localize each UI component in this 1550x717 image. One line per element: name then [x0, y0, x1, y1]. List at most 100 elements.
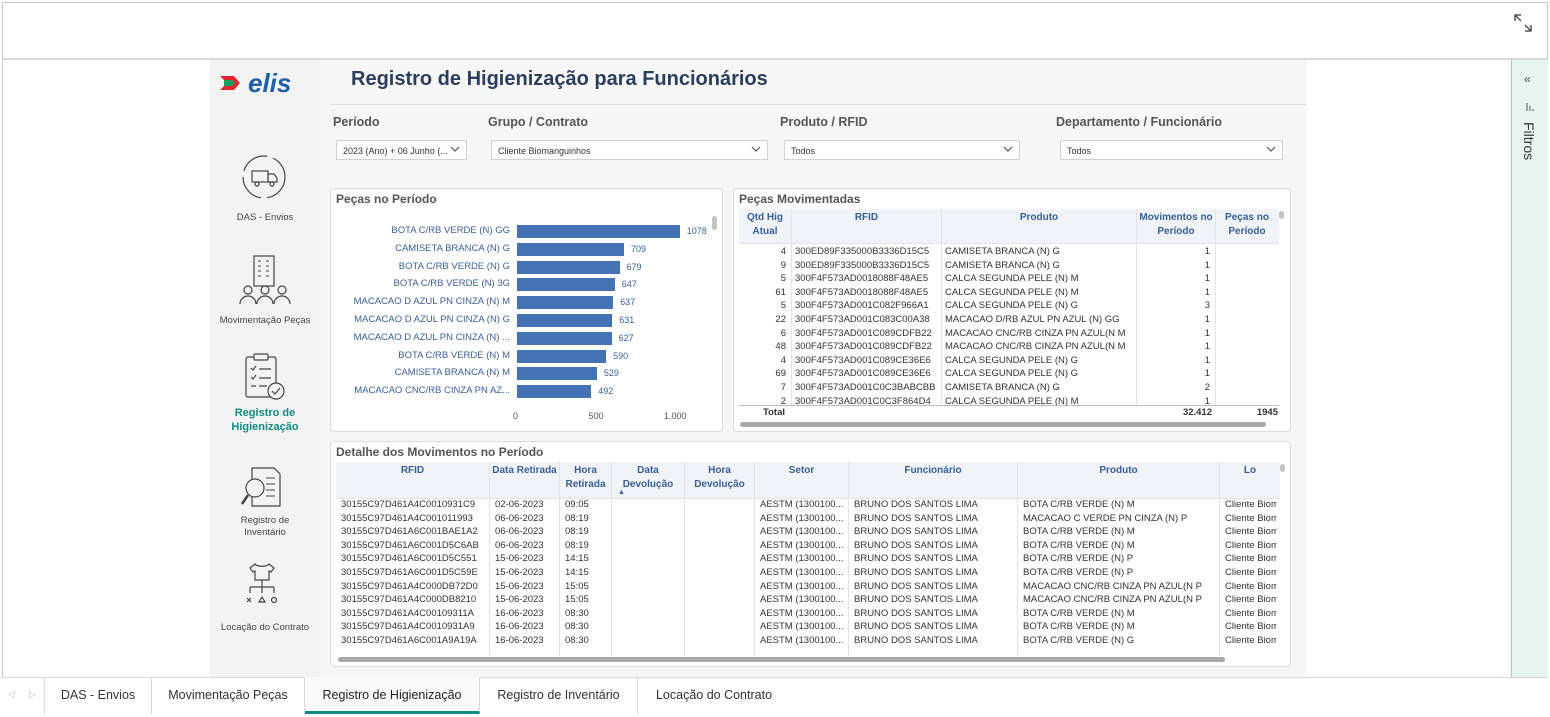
column-divider — [1017, 462, 1018, 656]
table-cell: 30155C97D461A4C000DB8210 — [341, 594, 477, 606]
column-divider — [684, 462, 685, 656]
nav-label-registro-inventario: Registro de Inventário — [240, 515, 290, 538]
bar-category-label: MACACAO D AZUL PN CINZA (N) ... — [353, 331, 510, 343]
table-cell: 300F4F573AD001C089CDFB22 — [795, 327, 932, 339]
table-cell: 300ED89F335000B3336D15C5 — [795, 259, 930, 271]
chart-scrollbar[interactable] — [712, 216, 717, 230]
horizontal-scrollbar[interactable] — [338, 657, 1225, 662]
bar-value-label: 590 — [613, 350, 629, 361]
table-cell: 30155C97D461A6C001A9A19A — [341, 635, 477, 646]
table-cell: BRUNO DOS SANTOS LIMA — [854, 594, 978, 606]
tab-locacao-contrato[interactable]: Locação do Contrato — [638, 677, 790, 714]
table-cell: CAMISETA BRANCA (N) G — [945, 246, 1060, 257]
bar[interactable] — [517, 349, 607, 363]
column-header[interactable]: RFID — [792, 211, 941, 225]
bar[interactable] — [517, 278, 615, 292]
table-cell: 22 — [775, 314, 786, 325]
table-cell: MACACAO CNC/RB CINZA PN AZUL(N M — [945, 341, 1126, 353]
table-cell: AESTM (1300100... — [760, 635, 844, 646]
bar[interactable] — [517, 385, 592, 399]
bar-value-label: 679 — [626, 261, 642, 272]
vertical-scrollbar[interactable] — [1280, 464, 1285, 472]
table-cell: 1 — [1204, 341, 1210, 353]
table-cell: AESTM (1300100... — [760, 621, 844, 633]
slicer-produto-value: Todos — [791, 146, 816, 156]
table-cell: 300ED89F335000B3336D15C5 — [795, 246, 930, 257]
column-header[interactable]: Produto — [1018, 464, 1219, 478]
column-header[interactable]: Produto — [942, 211, 1136, 225]
tab-das-envios[interactable]: DAS - Envios — [44, 677, 152, 714]
column-divider — [611, 462, 612, 656]
bar-value-label: 627 — [618, 332, 634, 343]
table-cell: 16-06-2023 — [495, 607, 544, 619]
bar[interactable] — [517, 242, 625, 256]
table-cell: BRUNO DOS SANTOS LIMA — [854, 607, 978, 619]
vertical-scrollbar[interactable] — [1279, 211, 1284, 219]
table-cell: 4 — [780, 246, 786, 257]
bar[interactable] — [517, 296, 614, 310]
tab-registro-higienizacao[interactable]: Registro de Higienização — [305, 677, 480, 714]
slicer-departamento-funcionario[interactable]: Todos — [1060, 140, 1283, 160]
table-cell: 61 — [775, 286, 786, 298]
table-cell: Cliente Biom — [1225, 580, 1277, 592]
column-header[interactable]: Qtd Hig Atual — [739, 211, 791, 239]
slicer-grupo-contrato[interactable]: Cliente Biomanguinhos — [491, 140, 768, 160]
bar[interactable] — [517, 225, 680, 238]
bar[interactable] — [517, 367, 597, 381]
bar-category-label: BOTA C/RB VERDE (N) GG — [391, 225, 510, 236]
collapse-icon[interactable]: « — [1524, 72, 1531, 86]
column-divider — [791, 209, 792, 421]
bar[interactable] — [517, 260, 620, 274]
buildings-people-icon — [239, 255, 291, 305]
column-header[interactable]: Setor — [755, 464, 848, 478]
horizontal-scrollbar[interactable] — [740, 422, 1266, 427]
table-cell: 300F4F573AD001C083C00A38 — [795, 314, 930, 325]
tab-next-icon[interactable]: ▷ — [29, 689, 36, 700]
column-header[interactable]: Data Devolução — [612, 464, 684, 492]
table-cell: 30155C97D461A6C001D5C6AB — [341, 539, 479, 551]
slicer-periodo[interactable]: 2023 (Ano) + 06 Junho (... — [336, 140, 467, 160]
table-cell: 300F4F573AD001C0C3BABCBB — [795, 382, 936, 393]
bar[interactable] — [517, 331, 612, 345]
column-header[interactable]: Lo — [1220, 464, 1280, 478]
column-header[interactable]: Hora Devolução — [685, 464, 754, 492]
bar[interactable] — [517, 314, 613, 327]
x-axis-tick: 0 — [513, 411, 519, 421]
filters-label[interactable]: Filtros — [1521, 122, 1537, 160]
table-cell: 14:15 — [565, 567, 589, 578]
table-cell: BRUNO DOS SANTOS LIMA — [854, 567, 978, 578]
brand-text: elis — [248, 68, 291, 98]
table-cell: AESTM (1300100... — [760, 607, 844, 619]
column-header[interactable]: Peças no Período — [1216, 211, 1278, 239]
column-header[interactable]: RFID — [336, 464, 489, 478]
table-cell: BRUNO DOS SANTOS LIMA — [854, 580, 978, 592]
column-divider — [1136, 209, 1137, 421]
column-header[interactable]: Data Retirada — [490, 464, 559, 478]
table-cell: Cliente Biom — [1225, 621, 1277, 633]
table-cell: 30155C97D461A4C0010931C9 — [341, 499, 476, 510]
table-cell: 06-06-2023 — [495, 539, 544, 551]
column-header[interactable]: Movimentos no Período — [1137, 211, 1215, 239]
column-header[interactable]: Funcionário — [849, 464, 1017, 478]
table-cell: BRUNO DOS SANTOS LIMA — [854, 539, 978, 551]
header-divider — [739, 243, 1279, 244]
tab-registro-inventario[interactable]: Registro de Inventário — [480, 677, 638, 714]
table-cell: AESTM (1300100... — [760, 512, 844, 524]
expand-icon[interactable] — [1512, 12, 1534, 34]
tab-movimentacao-pecas[interactable]: Movimentação Peças — [152, 677, 305, 714]
table-cell: 300F4F573AD001C089CDFB22 — [795, 341, 932, 353]
chevron-down-icon — [1266, 146, 1276, 152]
tab-prev-icon[interactable]: ◁ — [8, 689, 15, 700]
table-cell: BOTA C/RB VERDE (N) M — [1023, 607, 1135, 619]
table-title-pecas-movimentadas: Peças Movimentadas — [739, 192, 861, 206]
table-cell: AESTM (1300100... — [760, 499, 844, 510]
table-cell: 30155C97D461A6C001BAE1A2 — [341, 526, 478, 538]
table-cell: Cliente Biom — [1225, 526, 1277, 538]
chevron-down-icon — [751, 146, 761, 152]
table-cell: 1 — [1204, 259, 1210, 271]
title-divider — [330, 104, 1306, 105]
slicer-produto-rfid[interactable]: Todos — [784, 140, 1020, 160]
table-cell: 15-06-2023 — [495, 553, 544, 565]
column-header[interactable]: Hora Retirada — [560, 464, 611, 492]
bar-category-label: MACACAO D AZUL PN CINZA (N) G — [354, 314, 510, 325]
